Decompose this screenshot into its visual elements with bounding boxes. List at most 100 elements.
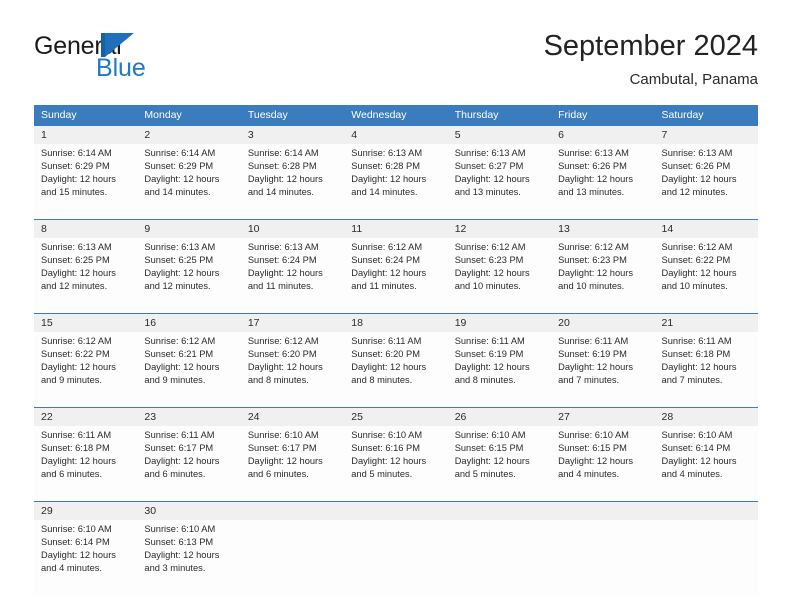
day-number[interactable]: [655, 502, 758, 520]
day-cell[interactable]: Sunrise: 6:11 AM Sunset: 6:19 PM Daylight:…: [448, 332, 551, 407]
day-number[interactable]: [241, 502, 344, 520]
day-cell[interactable]: Sunrise: 6:13 AM Sunset: 6:27 PM Daylight:…: [448, 144, 551, 219]
day-cell[interactable]: Sunrise: 6:12 AM Sunset: 6:23 PM Daylight:…: [448, 238, 551, 313]
day-cell[interactable]: Sunrise: 6:10 AM Sunset: 6:16 PM Daylight:…: [344, 426, 447, 501]
day-number[interactable]: 25: [344, 408, 447, 426]
day-number[interactable]: 19: [448, 314, 551, 332]
day-number[interactable]: 17: [241, 314, 344, 332]
day-cell[interactable]: Sunrise: 6:12 AM Sunset: 6:22 PM Daylight:…: [655, 238, 758, 313]
day-cell[interactable]: Sunrise: 6:12 AM Sunset: 6:24 PM Daylight:…: [344, 238, 447, 313]
day-number[interactable]: 1: [34, 126, 137, 144]
day-sunset-text: Sunset: 6:20 PM: [247, 349, 317, 359]
day-daylight1-text: Daylight: 12 hours: [247, 456, 323, 466]
day-cell[interactable]: Sunrise: 6:11 AM Sunset: 6:19 PM Daylight:…: [551, 332, 654, 407]
day-sunrise-text: Sunrise: 6:10 AM: [144, 524, 216, 534]
calendar-table: Sunday Monday Tuesday Wednesday Thursday Frid…: [34, 105, 758, 595]
day-number-strip: 29 30: [34, 502, 758, 520]
day-sunrise-text: Sunrise: 6:14 AM: [144, 148, 216, 158]
day-daylight1-text: Daylight: 12 hours: [41, 362, 116, 372]
day-daylight2-text: and 7 minutes.: [661, 375, 723, 385]
day-daylight1-text: Daylight: 12 hours: [558, 268, 634, 278]
day-number[interactable]: [344, 502, 447, 520]
day-number-strip: 1234567: [34, 126, 758, 144]
day-number[interactable]: 24: [241, 408, 344, 426]
day-daylight1-text: Daylight: 12 hours: [41, 268, 116, 278]
day-cell[interactable]: Sunrise: 6:13 AM Sunset: 6:25 PM Daylight:…: [137, 238, 240, 313]
day-cell[interactable]: Sunrise: 6:11 AM Sunset: 6:18 PM Daylight:…: [655, 332, 758, 407]
day-cell[interactable]: Sunrise: 6:13 AM Sunset: 6:28 PM Daylight:…: [344, 144, 447, 219]
day-number[interactable]: 6: [551, 126, 654, 144]
day-number[interactable]: 20: [551, 314, 654, 332]
day-daylight1-text: Daylight: 12 hours: [661, 456, 737, 466]
weekday-header-friday: Friday: [558, 109, 588, 121]
brand-logo[interactable]: General Blue: [34, 32, 254, 94]
day-number[interactable]: 30: [137, 502, 240, 520]
weekday-header-thursday: Thursday: [454, 109, 499, 121]
day-number[interactable]: 10: [241, 220, 344, 238]
day-cell[interactable]: [241, 520, 344, 595]
day-daylight2-text: and 10 minutes.: [661, 281, 728, 291]
day-sunrise-text: Sunrise: 6:12 AM: [247, 336, 319, 346]
day-number[interactable]: 29: [34, 502, 137, 520]
day-daylight2-text: and 6 minutes.: [247, 469, 309, 479]
day-number[interactable]: 27: [551, 408, 654, 426]
day-cell[interactable]: Sunrise: 6:13 AM Sunset: 6:26 PM Daylight:…: [655, 144, 758, 219]
day-number[interactable]: 14: [655, 220, 758, 238]
day-cell[interactable]: Sunrise: 6:12 AM Sunset: 6:22 PM Daylight:…: [34, 332, 137, 407]
day-cell[interactable]: Sunrise: 6:10 AM Sunset: 6:15 PM Daylight:…: [551, 426, 654, 501]
day-number[interactable]: 16: [137, 314, 240, 332]
day-daylight2-text: and 10 minutes.: [454, 281, 521, 291]
day-daylight2-text: and 12 minutes.: [144, 281, 211, 291]
day-daylight2-text: and 11 minutes.: [351, 281, 417, 291]
day-number[interactable]: 28: [655, 408, 758, 426]
day-cell[interactable]: Sunrise: 6:14 AM Sunset: 6:28 PM Daylight:…: [241, 144, 344, 219]
day-number[interactable]: [551, 502, 654, 520]
day-cell[interactable]: Sunrise: 6:14 AM Sunset: 6:29 PM Daylight:…: [34, 144, 137, 219]
day-cell[interactable]: Sunrise: 6:11 AM Sunset: 6:18 PM Daylight:…: [34, 426, 137, 501]
day-number[interactable]: 4: [344, 126, 447, 144]
day-number[interactable]: 2: [137, 126, 240, 144]
day-sunrise-text: Sunrise: 6:12 AM: [41, 336, 112, 346]
day-number[interactable]: 7: [655, 126, 758, 144]
day-number[interactable]: 13: [551, 220, 654, 238]
day-cell[interactable]: Sunrise: 6:14 AM Sunset: 6:29 PM Daylight:…: [137, 144, 240, 219]
day-number[interactable]: 26: [448, 408, 551, 426]
day-daylight1-text: Daylight: 12 hours: [41, 174, 116, 184]
day-daylight1-text: Daylight: 12 hours: [454, 362, 530, 372]
day-cell[interactable]: [448, 520, 551, 595]
day-number[interactable]: 21: [655, 314, 758, 332]
day-daylight1-text: Daylight: 12 hours: [454, 174, 530, 184]
day-cell[interactable]: [655, 520, 758, 595]
day-cell[interactable]: [344, 520, 447, 595]
day-cell[interactable]: Sunrise: 6:13 AM Sunset: 6:25 PM Daylight:…: [34, 238, 137, 313]
day-cell[interactable]: [551, 520, 654, 595]
day-cell[interactable]: Sunrise: 6:10 AM Sunset: 6:13 PM Daylight:…: [137, 520, 240, 595]
day-number[interactable]: 15: [34, 314, 137, 332]
calendar-week-row: 15 16 17 18 19 20 21 Sunrise: 6:12 AM Sunset: 6:…: [34, 313, 758, 407]
day-cell[interactable]: Sunrise: 6:10 AM Sunset: 6:17 PM Daylight:…: [241, 426, 344, 501]
day-cell[interactable]: Sunrise: 6:10 AM Sunset: 6:14 PM Daylight:…: [34, 520, 137, 595]
page-subtitle-location: Cambutal, Panama: [629, 71, 758, 88]
day-number[interactable]: 8: [34, 220, 137, 238]
day-daylight2-text: and 13 minutes.: [558, 187, 625, 197]
brand-name-blue: Blue: [96, 54, 146, 82]
day-cell[interactable]: Sunrise: 6:12 AM Sunset: 6:21 PM Daylight:…: [137, 332, 240, 407]
day-number[interactable]: 5: [448, 126, 551, 144]
day-cell[interactable]: Sunrise: 6:10 AM Sunset: 6:14 PM Daylight:…: [655, 426, 758, 501]
day-cell[interactable]: Sunrise: 6:11 AM Sunset: 6:20 PM Daylight:…: [344, 332, 447, 407]
day-number[interactable]: [448, 502, 551, 520]
day-cell[interactable]: Sunrise: 6:11 AM Sunset: 6:17 PM Daylight:…: [137, 426, 240, 501]
day-number[interactable]: 23: [137, 408, 240, 426]
day-cell[interactable]: Sunrise: 6:13 AM Sunset: 6:26 PM Daylight:…: [551, 144, 654, 219]
day-cell[interactable]: Sunrise: 6:13 AM Sunset: 6:24 PM Daylight:…: [241, 238, 344, 313]
day-cell[interactable]: Sunrise: 6:12 AM Sunset: 6:23 PM Daylight:…: [551, 238, 654, 313]
day-cell[interactable]: Sunrise: 6:12 AM Sunset: 6:20 PM Daylight:…: [241, 332, 344, 407]
day-number[interactable]: 22: [34, 408, 137, 426]
day-number[interactable]: 11: [344, 220, 447, 238]
day-number[interactable]: 18: [344, 314, 447, 332]
day-daylight1-text: Daylight: 12 hours: [558, 456, 634, 466]
day-cell[interactable]: Sunrise: 6:10 AM Sunset: 6:15 PM Daylight:…: [448, 426, 551, 501]
day-number[interactable]: 12: [448, 220, 551, 238]
day-number[interactable]: 3: [241, 126, 344, 144]
day-number[interactable]: 9: [137, 220, 240, 238]
